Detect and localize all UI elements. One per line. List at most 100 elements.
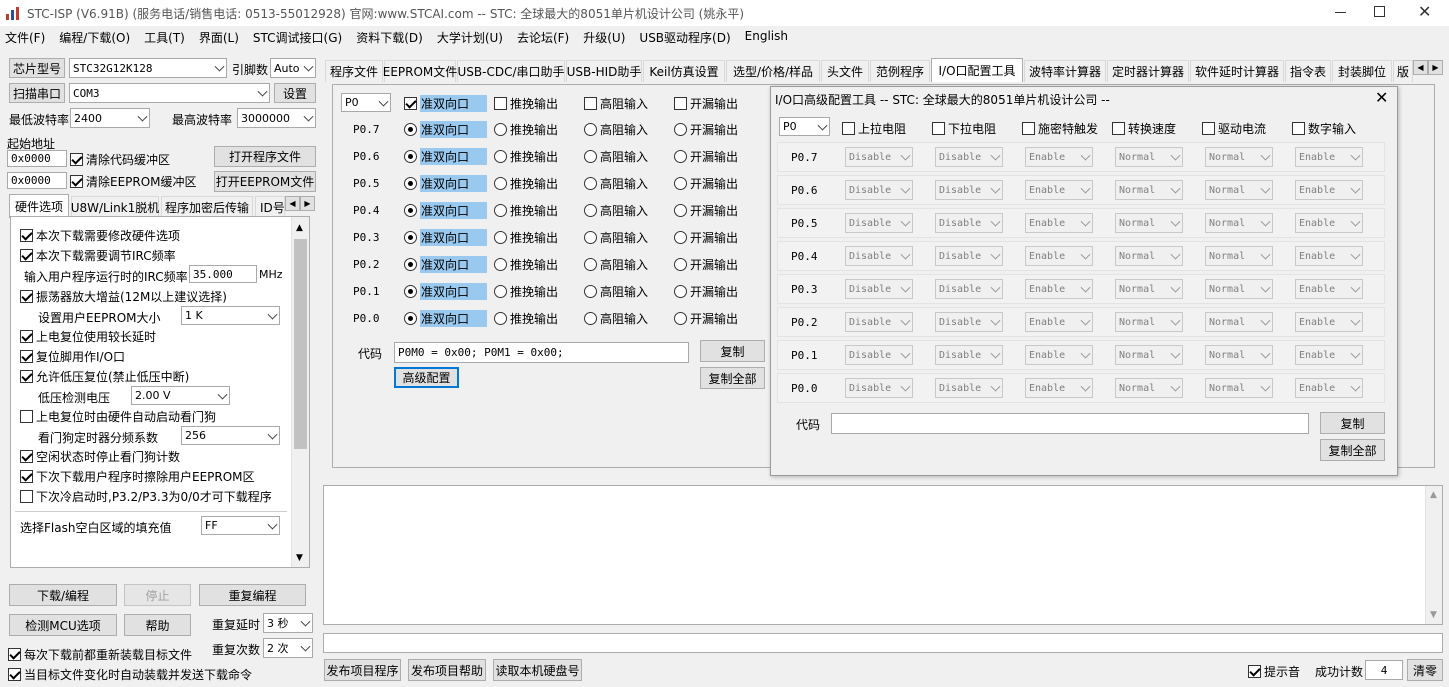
- radio-pushpull[interactable]: 推挽输出: [494, 175, 558, 192]
- radio-opendrain[interactable]: 开漏输出: [674, 175, 738, 192]
- scroll-up-icon[interactable]: ▲: [1430, 490, 1437, 500]
- tab-baud-calc[interactable]: 波特率计算器: [1024, 60, 1106, 82]
- adv-option-select[interactable]: Disable: [845, 147, 913, 167]
- adv-option-select[interactable]: Disable: [935, 378, 1003, 398]
- opt-erase-eeprom[interactable]: 下次下载用户程序时擦除用户EEPROM区: [20, 468, 255, 485]
- adv-option-select[interactable]: Normal: [1115, 312, 1183, 332]
- code-addr-input[interactable]: 0x0000: [7, 150, 67, 167]
- clear-code-checkbox[interactable]: 清除代码缓冲区: [70, 151, 170, 168]
- wdt-div-select[interactable]: 256: [181, 426, 280, 445]
- adv-option-select[interactable]: Normal: [1205, 312, 1273, 332]
- read-disk-button[interactable]: 读取本机硬盘号: [493, 659, 582, 681]
- radio-quasi[interactable]: 准双向口: [404, 202, 488, 219]
- opt-adjust-irc[interactable]: 本次下载需要调节IRC频率: [20, 247, 176, 264]
- adv-option-select[interactable]: Normal: [1205, 246, 1273, 266]
- tab-header[interactable]: 头文件: [821, 60, 869, 82]
- adv-option-select[interactable]: Enable: [1295, 213, 1363, 233]
- tab-program-file[interactable]: 程序文件: [325, 60, 383, 82]
- radio-opendrain[interactable]: 开漏输出: [674, 310, 738, 327]
- radio-pushpull[interactable]: 推挽输出: [494, 283, 558, 300]
- reload-checkbox[interactable]: 每次下载前都重新装载目标文件: [8, 646, 192, 663]
- adv-header-slew[interactable]: 转换速度: [1112, 120, 1176, 137]
- opt-reset-as-io[interactable]: 复位脚用作I/O口: [20, 348, 125, 365]
- radio-pushpull[interactable]: 推挽输出: [494, 256, 558, 273]
- radio-quasi[interactable]: 准双向口: [404, 283, 488, 300]
- adv-option-select[interactable]: Disable: [845, 345, 913, 365]
- io-copy-all-button[interactable]: 复制全部: [700, 367, 765, 389]
- radio-quasi[interactable]: 准双向口: [404, 175, 488, 192]
- adv-option-select[interactable]: Disable: [935, 147, 1003, 167]
- adv-header-pulldown[interactable]: 下拉电阻: [932, 120, 996, 137]
- publish-program-button[interactable]: 发布项目程序: [324, 659, 401, 681]
- min-baud-select[interactable]: 2400: [70, 108, 150, 128]
- io-code-output[interactable]: P0M0 = 0x00; P0M1 = 0x00;: [394, 342, 689, 363]
- opt-modify-hw[interactable]: 本次下载需要修改硬件选项: [20, 227, 180, 244]
- radio-highz[interactable]: 高阻输入: [584, 175, 648, 192]
- adv-option-select[interactable]: Normal: [1205, 378, 1273, 398]
- adv-option-select[interactable]: Enable: [1295, 378, 1363, 398]
- io-copy-button[interactable]: 复制: [700, 340, 765, 362]
- radio-highz[interactable]: 高阻输入: [584, 202, 648, 219]
- adv-copy-all-button[interactable]: 复制全部: [1320, 439, 1385, 461]
- radio-quasi[interactable]: 准双向口: [404, 148, 488, 165]
- adv-option-select[interactable]: Normal: [1205, 147, 1273, 167]
- repeat-count-select[interactable]: 2 次: [263, 638, 313, 658]
- tab-scroll-left-icon[interactable]: ◀: [285, 196, 300, 211]
- adv-code-output[interactable]: [831, 413, 1309, 434]
- radio-opendrain[interactable]: 开漏输出: [674, 283, 738, 300]
- adv-option-select[interactable]: Normal: [1115, 213, 1183, 233]
- output-log[interactable]: ▲ ▼: [323, 485, 1443, 625]
- adv-option-select[interactable]: Disable: [845, 246, 913, 266]
- tab-scroll-right-icon[interactable]: ▶: [300, 196, 315, 211]
- radio-pushpull[interactable]: 推挽输出: [494, 310, 558, 327]
- tab-timer-calc[interactable]: 定时器计算器: [1107, 60, 1189, 82]
- radio-highz[interactable]: 高阻输入: [584, 148, 648, 165]
- advanced-config-button[interactable]: 高级配置: [394, 367, 459, 388]
- log-scrollbar[interactable]: ▲ ▼: [1425, 486, 1442, 624]
- adv-option-select[interactable]: Enable: [1295, 246, 1363, 266]
- scroll-down-icon[interactable]: ▼: [296, 553, 303, 563]
- irc-freq-input[interactable]: 35.000: [189, 265, 257, 283]
- adv-option-select[interactable]: Enable: [1295, 279, 1363, 299]
- adv-option-select[interactable]: Normal: [1205, 345, 1273, 365]
- menu-upgrade[interactable]: 升级(U): [583, 29, 625, 47]
- adv-option-select[interactable]: Enable: [1295, 345, 1363, 365]
- close-icon[interactable]: ✕: [1418, 2, 1431, 21]
- clear-count-button[interactable]: 清零: [1407, 659, 1443, 681]
- adv-option-select[interactable]: Disable: [845, 312, 913, 332]
- menu-forum[interactable]: 去论坛(F): [517, 29, 569, 47]
- sound-checkbox[interactable]: 提示音: [1248, 663, 1300, 680]
- adv-option-select[interactable]: Disable: [935, 180, 1003, 200]
- eeprom-addr-input[interactable]: 0x0000: [7, 172, 67, 189]
- repeat-delay-select[interactable]: 3 秒: [263, 613, 313, 633]
- adv-option-select[interactable]: Enable: [1025, 246, 1093, 266]
- tab-eeprom-file[interactable]: EEPROM文件: [383, 60, 457, 82]
- menu-tools[interactable]: 工具(T): [144, 29, 185, 47]
- clear-eeprom-checkbox[interactable]: 清除EEPROM缓冲区: [70, 173, 197, 190]
- adv-option-select[interactable]: Enable: [1025, 213, 1093, 233]
- adv-option-select[interactable]: Enable: [1025, 312, 1093, 332]
- opt-osc-gain[interactable]: 振荡器放大增益(12M以上建议选择): [20, 288, 227, 305]
- menu-interface[interactable]: 界面(L): [199, 29, 239, 47]
- radio-opendrain[interactable]: 开漏输出: [674, 256, 738, 273]
- menu-file[interactable]: 文件(F): [5, 29, 45, 47]
- scan-port-button[interactable]: 扫描串口: [9, 83, 65, 103]
- adv-option-select[interactable]: Normal: [1205, 180, 1273, 200]
- adv-option-select[interactable]: Normal: [1205, 213, 1273, 233]
- opt-idle-stop-wdt[interactable]: 空闲状态时停止看门狗计数: [20, 448, 180, 465]
- adv-option-select[interactable]: Normal: [1115, 147, 1183, 167]
- menu-docs[interactable]: 资料下载(D): [356, 29, 423, 47]
- adv-option-select[interactable]: Normal: [1115, 246, 1183, 266]
- radio-opendrain[interactable]: 开漏输出: [674, 148, 738, 165]
- adv-header-digital-in[interactable]: 数字输入: [1292, 120, 1356, 137]
- radio-pushpull[interactable]: 推挽输出: [494, 121, 558, 138]
- adv-option-select[interactable]: Normal: [1205, 279, 1273, 299]
- stop-button[interactable]: 停止: [124, 584, 191, 606]
- advanced-close-icon[interactable]: ✕: [1375, 88, 1388, 107]
- reprogram-button[interactable]: 重复编程: [199, 584, 306, 606]
- open-eeprom-button[interactable]: 打开EEPROM文件: [214, 171, 316, 192]
- fill-value-select[interactable]: FF: [201, 516, 280, 535]
- radio-pushpull[interactable]: 推挽输出: [494, 229, 558, 246]
- radio-opendrain[interactable]: 开漏输出: [674, 229, 738, 246]
- port-select[interactable]: COM3: [69, 83, 270, 103]
